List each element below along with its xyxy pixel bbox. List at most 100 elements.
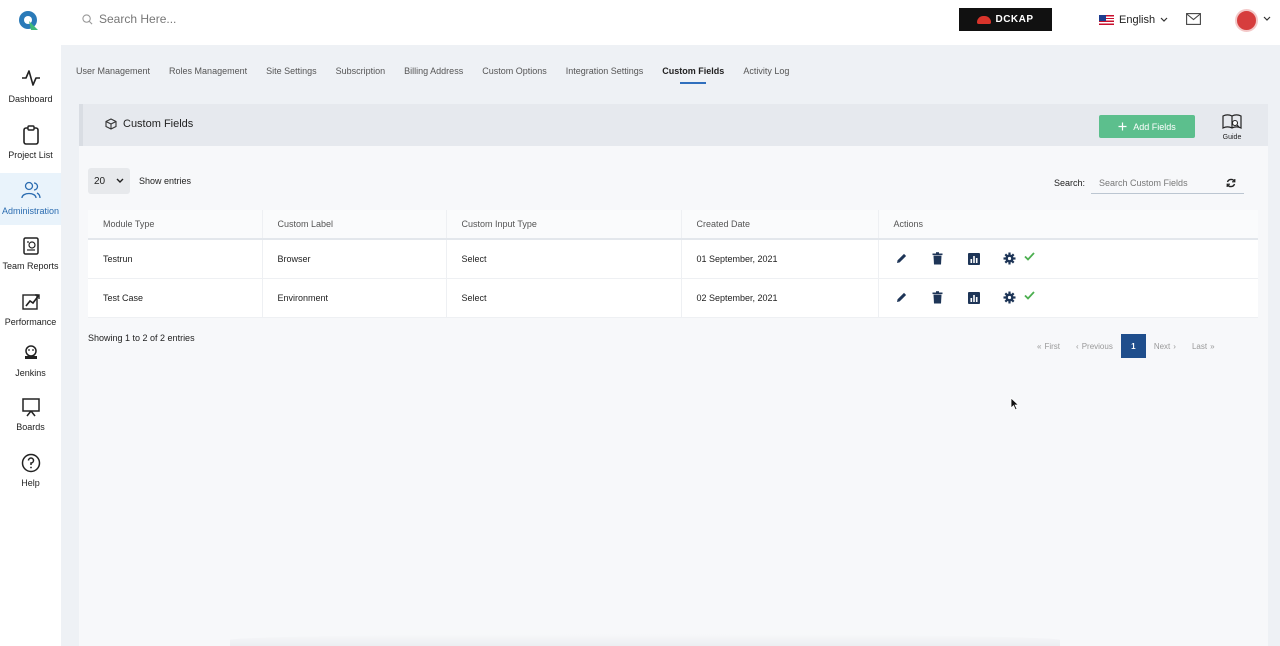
brand-logo-icon: [977, 15, 992, 24]
tab-activity-log[interactable]: Activity Log: [743, 66, 789, 84]
pager-next-label: Next: [1153, 341, 1171, 351]
table-search: Search:: [1054, 172, 1245, 194]
search-icon: [82, 13, 93, 24]
page-title-text: Custom Fields: [123, 118, 194, 130]
tab-roles-management[interactable]: Roles Management: [169, 66, 247, 84]
column-header[interactable]: Module Type: [88, 210, 263, 240]
sidebar-item-jenkins[interactable]: Jenkins: [0, 335, 61, 387]
delete-icon[interactable]: [930, 252, 946, 265]
chevron-down-icon[interactable]: [1263, 16, 1271, 22]
sidebar-item-label: Jenkins: [15, 368, 46, 378]
language-selector[interactable]: English: [1099, 14, 1168, 26]
sidebar-item-project-list[interactable]: Project List: [0, 117, 61, 169]
global-search[interactable]: [82, 12, 299, 26]
avatar[interactable]: [1235, 9, 1258, 32]
custom-fields-card: Custom Fields Add Fields Guide 20 Show e…: [79, 104, 1268, 646]
card-header: Custom Fields Add Fields Guide: [79, 104, 1268, 146]
performance-icon: [21, 294, 40, 310]
page-title: Custom Fields: [105, 118, 193, 130]
tab-subscription[interactable]: Subscription: [336, 66, 386, 84]
chevron-down-icon: [116, 178, 124, 183]
refresh-icon[interactable]: [1226, 178, 1236, 188]
book-search-icon: [1222, 114, 1242, 129]
table-search-input[interactable]: [1099, 177, 1220, 188]
gear-icon[interactable]: [1002, 291, 1018, 304]
pager-first-label: First: [1044, 341, 1061, 351]
report-icon: [22, 237, 39, 255]
module-type-cell: Testrun: [88, 239, 263, 279]
pagination: « First ‹ Previous 1 Next › Last »: [1029, 334, 1223, 358]
double-chevron-right-icon: »: [1210, 341, 1215, 351]
us-flag-icon: [1099, 15, 1114, 25]
guide-button[interactable]: Guide: [1220, 114, 1244, 141]
pager-next[interactable]: Next ›: [1146, 334, 1184, 358]
chevron-right-icon: ›: [1173, 341, 1176, 351]
module-type-cell: Test Case: [88, 278, 263, 318]
column-header[interactable]: Custom Label: [262, 210, 447, 240]
created-date-cell: 02 September, 2021: [681, 278, 879, 318]
mail-icon[interactable]: [1186, 13, 1201, 25]
chevron-left-icon: ‹: [1076, 341, 1079, 351]
tab-billing-address[interactable]: Billing Address: [404, 66, 463, 84]
sidebar-item-label: Team Reports: [2, 261, 59, 271]
pager-last[interactable]: Last »: [1184, 334, 1223, 358]
chart-icon[interactable]: [966, 291, 982, 304]
entries-control: 20 Show entries: [88, 168, 191, 194]
tab-integration-settings[interactable]: Integration Settings: [566, 66, 644, 84]
column-header: Actions: [878, 210, 1258, 240]
board-icon: [21, 398, 40, 417]
created-date-cell: 01 September, 2021: [681, 239, 879, 279]
pager-first[interactable]: « First: [1029, 334, 1068, 358]
column-header[interactable]: Created Date: [681, 210, 879, 240]
sidebar-item-performance[interactable]: Performance: [0, 284, 61, 336]
edit-icon[interactable]: [894, 252, 910, 265]
sidebar-item-label: Boards: [16, 422, 45, 432]
sidebar-item-label: Performance: [4, 317, 57, 327]
scroll-shadow: [230, 634, 1060, 646]
global-search-input[interactable]: [99, 12, 299, 26]
table-row: Testrun Browser Select 01 September, 202…: [88, 239, 1258, 279]
gear-icon[interactable]: [1002, 252, 1018, 265]
entries-select[interactable]: 20: [88, 168, 130, 194]
sidebar-item-team-reports[interactable]: Team Reports: [0, 228, 61, 280]
table-header-row: Module Type Custom Label Custom Input Ty…: [88, 210, 1258, 240]
chart-icon[interactable]: [966, 252, 982, 265]
activity-icon: [21, 70, 40, 86]
custom-fields-table: Module Type Custom Label Custom Input Ty…: [88, 210, 1258, 318]
entries-label: Show entries: [139, 176, 192, 186]
tab-custom-options[interactable]: Custom Options: [482, 66, 547, 84]
tab-user-management[interactable]: User Management: [76, 66, 150, 84]
input-type-cell: Select: [446, 239, 682, 279]
input-type-cell: Select: [446, 278, 682, 318]
guide-label: Guide: [1222, 134, 1242, 141]
brand-badge-text: DCKAP: [995, 14, 1034, 25]
entries-value: 20: [94, 175, 106, 187]
table-row: Test Case Environment Select 02 Septembe…: [88, 278, 1258, 318]
tab-site-settings[interactable]: Site Settings: [266, 66, 317, 84]
edit-icon[interactable]: [894, 291, 910, 304]
delete-icon[interactable]: [930, 291, 946, 304]
tab-custom-fields[interactable]: Custom Fields: [662, 66, 724, 84]
check-icon[interactable]: [1022, 291, 1038, 300]
add-fields-button[interactable]: Add Fields: [1099, 115, 1195, 138]
custom-label-cell: Environment: [262, 278, 447, 318]
sidebar-item-label: Administration: [1, 206, 60, 216]
sidebar-item-help[interactable]: Help: [0, 445, 61, 497]
language-label: English: [1119, 14, 1156, 26]
check-icon[interactable]: [1022, 252, 1038, 262]
sidebar-item-dashboard[interactable]: Dashboard: [0, 61, 61, 113]
sidebar-item-boards[interactable]: Boards: [0, 389, 61, 441]
sidebar-item-administration[interactable]: Administration: [0, 173, 61, 225]
chevron-down-icon: [1160, 17, 1168, 22]
app-logo-icon[interactable]: [18, 10, 40, 32]
help-icon: [21, 453, 40, 473]
sidebar-item-label: Dashboard: [8, 94, 53, 104]
pager-previous[interactable]: ‹ Previous: [1068, 334, 1121, 358]
pager-current-page[interactable]: 1: [1120, 334, 1146, 358]
pager-last-label: Last: [1191, 341, 1208, 351]
sidebar-item-label: Project List: [8, 150, 53, 160]
actions-cell: [878, 239, 1258, 279]
table-search-box[interactable]: [1091, 172, 1245, 194]
pager-previous-label: Previous: [1081, 341, 1113, 351]
column-header[interactable]: Custom Input Type: [446, 210, 682, 240]
